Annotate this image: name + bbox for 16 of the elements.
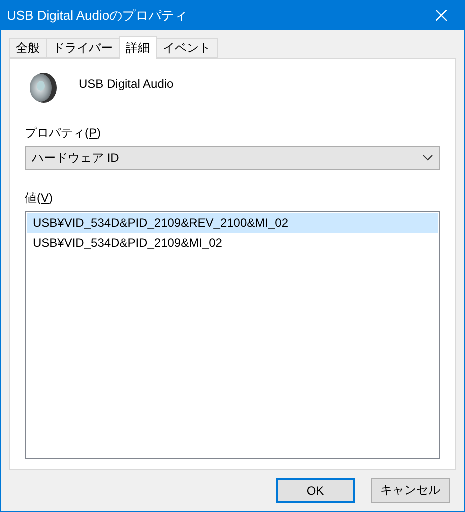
tab[interactable]: イベント — [156, 38, 218, 58]
tab[interactable]: 全般 — [9, 38, 47, 58]
list-item[interactable]: USB¥VID_534D&PID_2109&MI_02 — [27, 233, 438, 253]
cancel-button[interactable]: キャンセル — [371, 478, 450, 503]
speaker-icon — [27, 72, 59, 104]
tab[interactable]: ドライバー — [46, 38, 120, 58]
tab[interactable]: 詳細 — [119, 36, 157, 59]
ok-button[interactable]: OK — [276, 478, 355, 503]
value-label: 値(V) — [25, 190, 54, 207]
property-label: プロパティ(P) — [25, 125, 102, 142]
device-name: USB Digital Audio — [79, 77, 174, 91]
window-title: USB Digital Audioのプロパティ — [7, 6, 188, 24]
property-dropdown[interactable]: ハードウェア ID — [25, 146, 440, 170]
list-item[interactable]: USB¥VID_534D&PID_2109&REV_2100&MI_02 — [27, 213, 438, 233]
chevron-down-icon — [423, 155, 433, 161]
close-icon — [436, 10, 446, 21]
